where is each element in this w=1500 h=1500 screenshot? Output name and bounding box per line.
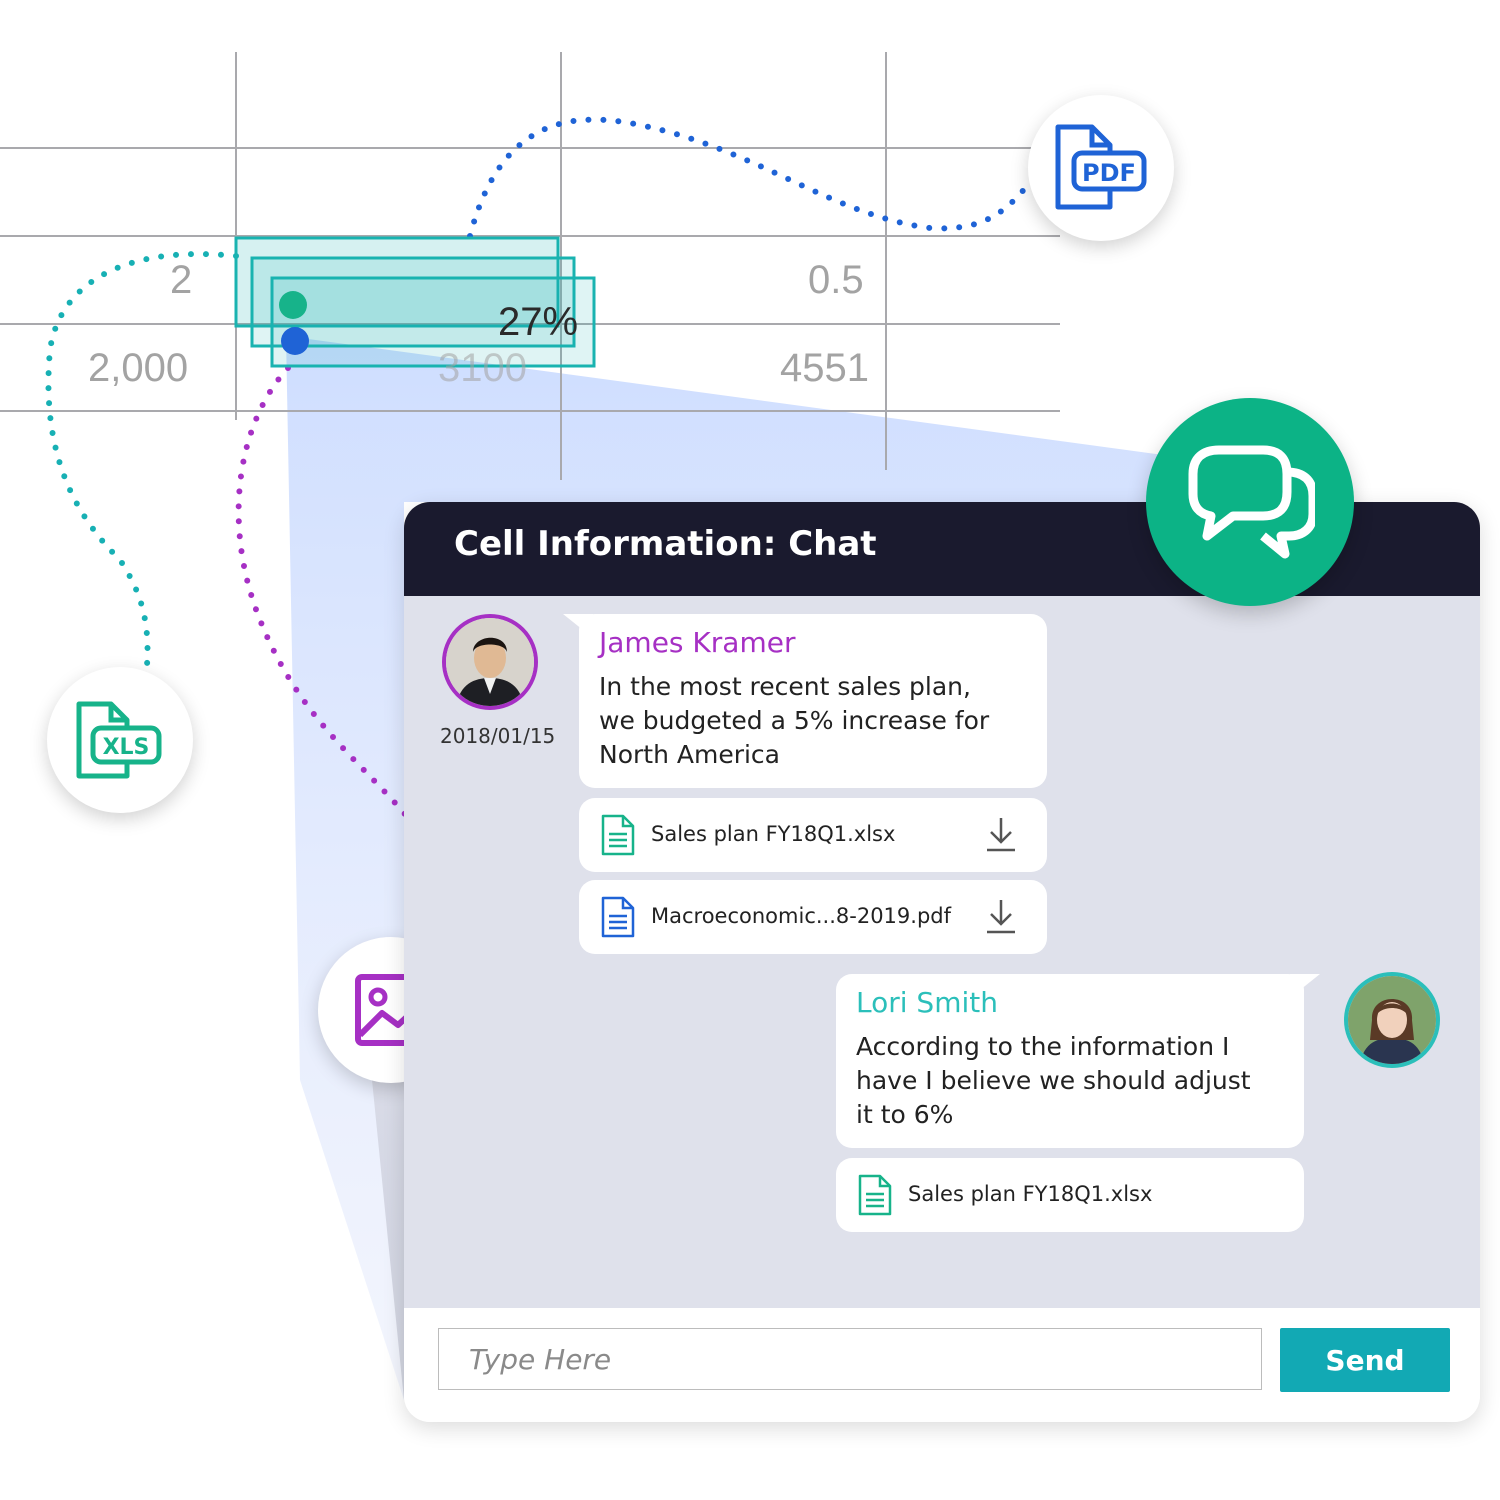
chat-body[interactable]: 2018/01/15 James Kramer In the most rece… [404,596,1480,1308]
message-line: we budgeted a 5% increase for [599,706,990,735]
message-line: it to 6% [856,1100,954,1129]
green-marker [279,291,307,319]
pdf-connector [467,116,1031,239]
chat-bubbles-icon [1188,445,1315,559]
cell-r1c1[interactable]: 2 [170,258,192,303]
blue-marker [281,327,309,355]
chat-icon-button[interactable] [1146,398,1354,606]
selected-cell-value[interactable]: 27% [498,300,578,345]
avatar-lori-photo [1348,976,1436,1064]
xls-file-icon: XLS [76,701,162,779]
pdf-label: PDF [1082,159,1136,187]
attachment-james-2[interactable]: Macroeconomic...8-2019.pdf [579,880,1047,954]
document-file-icon [601,896,635,938]
download-icon[interactable] [985,898,1017,936]
cell-r1c4[interactable]: 0.5 [808,258,864,303]
message-line: According to the information I [856,1032,1230,1061]
xls-label: XLS [103,735,150,760]
spreadsheet-file-icon [858,1174,892,1216]
avatar-james[interactable] [442,614,538,710]
cell-r2c3[interactable]: 3100 [438,346,527,391]
xls-file-button[interactable]: XLS [47,667,193,813]
avatar-james-photo [446,618,534,706]
spreadsheet-file-icon [601,814,635,856]
pdf-file-icon: PDF [1055,124,1147,210]
pdf-file-button[interactable]: PDF [1028,95,1174,241]
message-bubble-lori: Lori Smith According to the information … [836,974,1320,1148]
chat-panel: Cell Information: Chat 2018/01/15 James … [404,502,1480,1422]
message-input-area: Send [404,1308,1480,1422]
attachment-name[interactable]: Sales plan FY18Q1.xlsx [908,1182,1152,1206]
message-line: have I believe we should adjust [856,1066,1251,1095]
attachment-james-1[interactable]: Sales plan FY18Q1.xlsx [579,798,1047,872]
send-button[interactable]: Send [1280,1328,1450,1392]
attachment-name[interactable]: Macroeconomic...8-2019.pdf [651,904,951,928]
avatar-lori[interactable] [1344,972,1440,1068]
chat-title: Cell Information: Chat [454,524,877,564]
message-line: In the most recent sales plan, [599,672,971,701]
sender-name-lori: Lori Smith [856,986,998,1019]
download-icon[interactable] [985,816,1017,854]
cell-r2c1[interactable]: 2,000 [88,346,188,391]
message-date: 2018/01/15 [440,724,556,748]
attachment-name[interactable]: Sales plan FY18Q1.xlsx [651,822,895,846]
message-input[interactable] [438,1328,1262,1390]
sender-name-james: James Kramer [599,626,796,659]
message-text-james: In the most recent sales plan, we budget… [599,670,1039,772]
message-text-lori: According to the information I have I be… [856,1030,1296,1132]
cell-r2c4[interactable]: 4551 [780,346,869,391]
bubble-tail [563,614,593,638]
attachment-lori-1[interactable]: Sales plan FY18Q1.xlsx [836,1158,1304,1232]
bubble-tail [1290,974,1320,998]
message-line: North America [599,740,780,769]
xls-connector [45,251,239,668]
message-bubble-james: James Kramer In the most recent sales pl… [563,614,1047,788]
